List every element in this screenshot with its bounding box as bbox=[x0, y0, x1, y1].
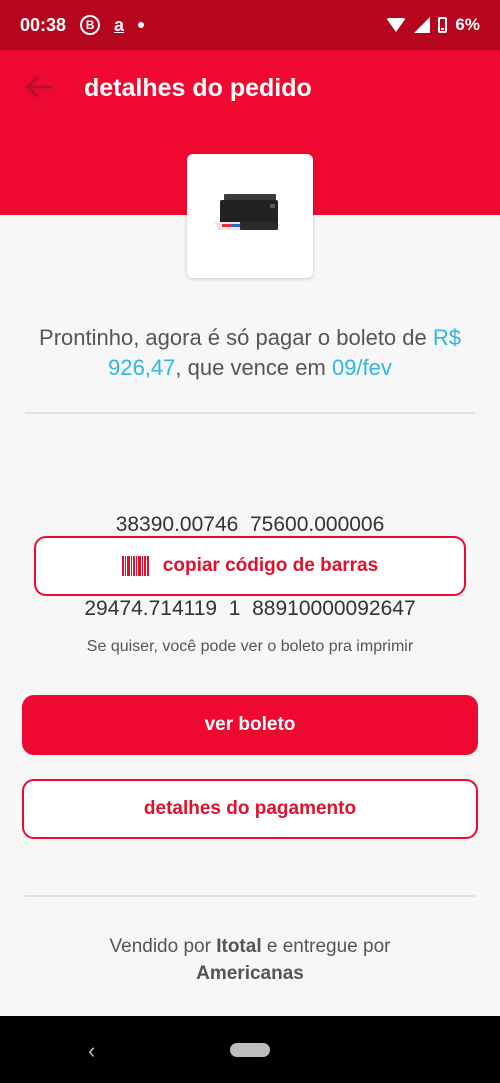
battery-percent: 6% bbox=[455, 15, 480, 34]
payment-details-button[interactable]: detalhes do pagamento bbox=[22, 779, 478, 839]
seller-name: Itotal bbox=[216, 936, 262, 957]
barcode-line-2: 29474.714119 1 88910000092647 bbox=[84, 597, 416, 620]
divider bbox=[25, 412, 475, 414]
view-boleto-label: ver boleto bbox=[204, 714, 296, 735]
signal-icon bbox=[414, 17, 431, 33]
nav-home-pill[interactable] bbox=[230, 1043, 270, 1057]
seller-info: Vendido por Itotal e entregue por Americ… bbox=[20, 933, 480, 987]
status-time: 00:38 bbox=[20, 14, 67, 35]
a-app-icon: a bbox=[114, 14, 125, 35]
view-boleto-button[interactable]: ver boleto bbox=[22, 695, 478, 755]
carrier-name: Americanas bbox=[196, 963, 304, 984]
seller-prefix: Vendido por bbox=[109, 936, 217, 957]
wifi-icon bbox=[386, 18, 407, 32]
barcode-line-1: 38390.00746 75600.000006 bbox=[115, 513, 385, 536]
b-app-icon: B bbox=[80, 15, 101, 35]
back-arrow-icon[interactable] bbox=[24, 72, 54, 102]
copy-barcode-label: copiar código de barras bbox=[162, 555, 379, 576]
due-date: 09/fev bbox=[331, 355, 392, 380]
message-middle: , que vence em bbox=[175, 355, 332, 380]
payment-message: Prontinho, agora é só pagar o boleto de … bbox=[20, 323, 480, 383]
copy-barcode-button[interactable]: copiar código de barras bbox=[34, 536, 466, 596]
product-image bbox=[187, 154, 313, 278]
message-prefix: Prontinho, agora é só pagar o boleto de bbox=[39, 325, 433, 350]
divider bbox=[25, 895, 475, 897]
printer-icon bbox=[214, 194, 278, 230]
system-nav-bar: ‹ bbox=[0, 1016, 500, 1083]
payment-details-label: detalhes do pagamento bbox=[143, 798, 357, 819]
seller-middle: e entregue por bbox=[261, 936, 391, 957]
status-bar: 00:38 B a 6% bbox=[0, 0, 500, 50]
print-hint: Se quiser, você pode ver o boleto pra im… bbox=[86, 638, 414, 655]
page-title: detalhes do pedido bbox=[84, 74, 312, 102]
notification-dot-icon bbox=[138, 22, 145, 28]
battery-icon bbox=[438, 17, 448, 33]
nav-back-icon[interactable]: ‹ bbox=[88, 1038, 95, 1064]
barcode-icon bbox=[121, 556, 149, 576]
